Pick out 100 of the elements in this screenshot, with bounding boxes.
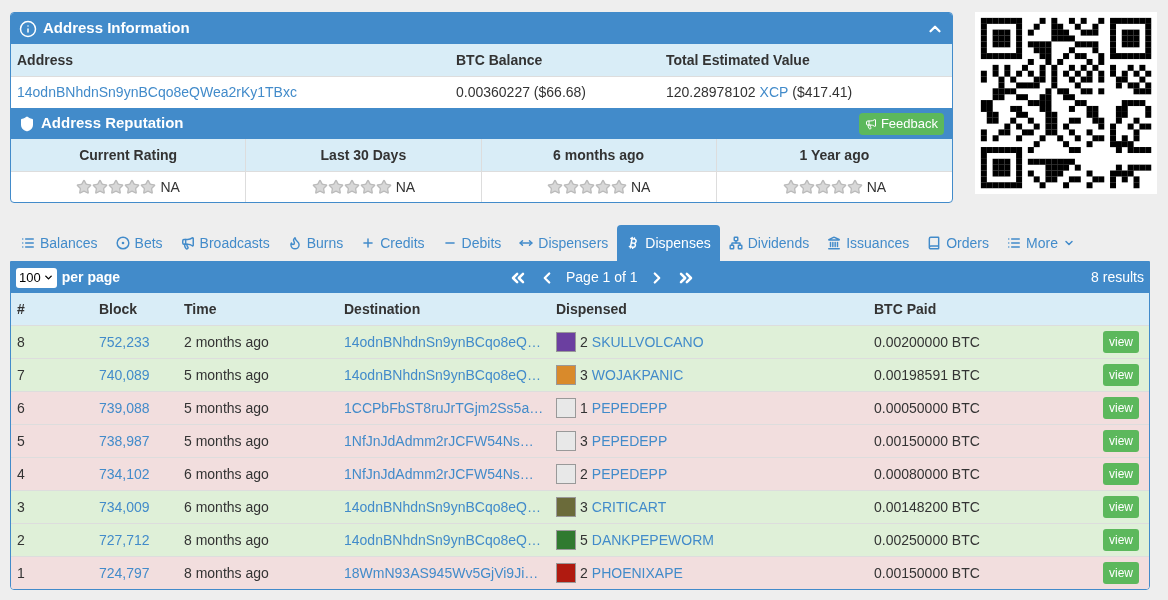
star-icon (782, 179, 799, 195)
asset-link[interactable]: XCP (759, 82, 789, 103)
asset-link[interactable]: SKULLVOLCANO (591, 331, 704, 353)
estimated-value: 120.28978102 (666, 83, 756, 102)
feedback-button[interactable]: Feedback (858, 112, 944, 135)
star-icon (92, 179, 109, 195)
tab[interactable]: Burns (278, 225, 353, 261)
rating-value: NA (395, 177, 416, 197)
block-link[interactable]: 740,089 (93, 364, 178, 386)
asset-link[interactable]: PHOENIXAPE (591, 562, 683, 584)
tab[interactable]: Dispensers (510, 225, 618, 261)
rating-header: Last 30 Days (246, 139, 482, 171)
view-button[interactable]: view (1103, 430, 1139, 452)
quantity: 2 (580, 464, 588, 484)
info-icon (19, 19, 37, 38)
per-page-select[interactable]: 100 (16, 267, 57, 288)
asset-thumbnail (556, 365, 576, 385)
tab-icon (115, 236, 130, 250)
btc-paid: 0.00148200 BTC (874, 497, 980, 517)
asset-link[interactable]: WOJAKPANIC (591, 364, 684, 386)
column-header: BTC Balance (455, 50, 544, 70)
star-icon (798, 179, 815, 195)
block-link[interactable]: 752,233 (93, 331, 178, 353)
star-icon (578, 179, 595, 195)
destination-link[interactable]: 1CCPbFbST8ruJrTGjm2Ss5a… (338, 397, 550, 419)
destination-link[interactable]: 1NfJnJdAdmm2rJCFW54Ns… (338, 463, 550, 485)
column-header: Address (16, 50, 75, 70)
asset-link[interactable]: CRITICART (591, 496, 667, 518)
quantity: 3 (580, 431, 588, 451)
quantity: 3 (580, 497, 588, 517)
panel-title: Address Reputation (41, 113, 185, 134)
btc-paid: 0.00080000 BTC (874, 464, 980, 484)
star-icon (343, 179, 360, 195)
tab[interactable]: Orders (918, 225, 998, 261)
block-link[interactable]: 738,987 (93, 430, 178, 452)
block-link[interactable]: 739,088 (93, 397, 178, 419)
address-link[interactable]: 14odnBNhdnSn9ynBCqo8eQWea2rKy1TBxc (11, 82, 450, 103)
btc-paid: 0.00150000 BTC (874, 563, 980, 583)
tab-icon (728, 236, 743, 250)
tab-icon (361, 236, 376, 250)
tab[interactable]: Credits (352, 225, 434, 261)
view-button[interactable]: view (1103, 331, 1139, 353)
view-button[interactable]: view (1103, 562, 1139, 584)
star-icon (814, 179, 831, 195)
rating-header: Current Rating (11, 139, 247, 171)
table-cell-text: 5 (16, 431, 26, 451)
tab[interactable]: More (998, 225, 1084, 261)
destination-link[interactable]: 1NfJnJdAdmm2rJCFW54Ns… (338, 430, 550, 452)
asset-link[interactable]: PEPEDEPP (591, 397, 668, 419)
table-cell-text: 8 (16, 332, 26, 352)
tab-icon (287, 236, 302, 250)
star-icon (76, 179, 93, 195)
destination-link[interactable]: 14odnBNhdnSn9ynBCqo8eQ… (338, 331, 550, 353)
star-icon (562, 179, 579, 195)
asset-thumbnail (556, 431, 576, 451)
asset-link[interactable]: PEPEDEPP (591, 463, 668, 485)
rating-value: NA (160, 177, 180, 197)
destination-link[interactable]: 14odnBNhdnSn9ynBCqo8eQ… (338, 496, 550, 518)
table-cell-text: 6 (16, 398, 26, 418)
table-cell-text: 7 (16, 365, 26, 385)
asset-link[interactable]: DANKPEPEWORM (591, 529, 714, 551)
asset-thumbnail (556, 332, 576, 352)
asset-thumbnail (556, 398, 576, 418)
rating-header: 6 months ago (481, 139, 717, 171)
tab[interactable]: Bets (106, 225, 172, 261)
column-header: BTC Paid (873, 299, 938, 319)
view-button[interactable]: view (1103, 529, 1139, 551)
block-link[interactable]: 727,712 (93, 529, 178, 551)
column-header: Time (183, 299, 218, 319)
usd-value: ($417.41) (792, 83, 853, 102)
tab[interactable]: Debits (433, 225, 511, 261)
tab[interactable]: Issuances (818, 225, 919, 261)
rating-header: 1 Year ago (798, 145, 871, 165)
view-button[interactable]: view (1103, 397, 1139, 419)
table-cell-text: 5 months ago (183, 398, 270, 418)
column-header: Dispensed (555, 299, 628, 319)
destination-link[interactable]: 18WmN93AS945Wv5GjVi9Ji… (338, 562, 550, 584)
tab[interactable]: Balances (12, 225, 107, 261)
tab[interactable]: Dividends (719, 225, 819, 261)
asset-thumbnail (556, 464, 576, 484)
btc-paid: 0.00150000 BTC (874, 431, 980, 451)
column-header: Destination (343, 299, 422, 319)
block-link[interactable]: 724,797 (93, 562, 178, 584)
per-page-label: per page (61, 268, 121, 287)
block-link[interactable]: 734,102 (93, 463, 178, 485)
asset-link[interactable]: PEPEDEPP (591, 430, 668, 452)
btc-paid: 0.00198591 BTC (874, 365, 980, 385)
block-link[interactable]: 734,009 (93, 496, 178, 518)
table-cell-text: 8 months ago (183, 530, 270, 550)
destination-link[interactable]: 14odnBNhdnSn9ynBCqo8eQ… (338, 529, 550, 551)
tab[interactable]: Broadcasts (171, 225, 279, 261)
view-button[interactable]: view (1103, 463, 1139, 485)
view-button[interactable]: view (1103, 364, 1139, 386)
results-count: 8 results (1091, 268, 1144, 287)
star-icon (124, 179, 141, 195)
tab[interactable]: Dispenses (617, 225, 720, 261)
destination-link[interactable]: 14odnBNhdnSn9ynBCqo8eQ… (338, 364, 550, 386)
quantity: 2 (580, 332, 588, 352)
view-button[interactable]: view (1103, 496, 1139, 518)
asset-thumbnail (556, 497, 576, 517)
